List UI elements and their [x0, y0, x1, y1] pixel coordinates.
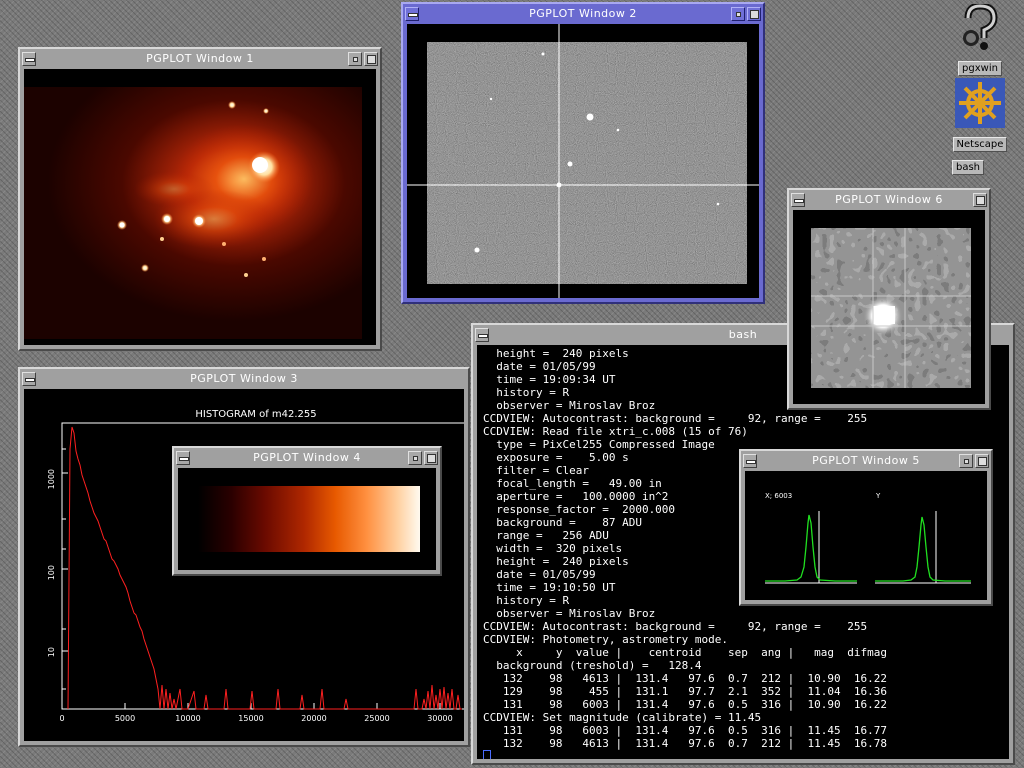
- title-bar[interactable]: PGPLOT Window 1: [22, 51, 378, 67]
- terminal-line: CCDVIEW: Photometry, astrometry mode.: [483, 633, 729, 646]
- maximize-button[interactable]: [747, 7, 761, 21]
- y-tick-label: 100: [47, 565, 56, 580]
- minimize-button[interactable]: [731, 7, 745, 21]
- pgxwin-desktop-icon[interactable]: pgxwin: [950, 2, 1010, 76]
- netscape-wheel-icon: [955, 78, 1005, 128]
- terminal-line: CCDVIEW: Autocontrast: background = 92, …: [483, 620, 868, 633]
- terminal-line: response_factor = 2000.000: [483, 503, 676, 516]
- terminal-line: 132 98 4613 | 131.4 97.6 0.7 212 | 10.90…: [483, 672, 887, 685]
- y-tick-label: 1000: [47, 469, 56, 489]
- pgplot-window-6[interactable]: PGPLOT Window 6: [787, 188, 991, 410]
- plot-area[interactable]: [407, 24, 759, 298]
- terminal-cursor: [483, 750, 491, 759]
- terminal-line: 131 98 6003 | 131.4 97.6 0.5 316 | 10.90…: [483, 698, 887, 711]
- terminal-line: observer = Miroslav Broz: [483, 607, 656, 620]
- maximize-button[interactable]: [424, 451, 438, 465]
- maximize-button[interactable]: [975, 454, 989, 468]
- title-bar[interactable]: PGPLOT Window 5: [743, 453, 989, 469]
- histogram-title: HISTOGRAM of m42.255: [195, 409, 316, 420]
- plot-area[interactable]: [793, 210, 985, 404]
- terminal-line: width = 320 pixels: [483, 542, 623, 555]
- x-tick-label: 10000: [175, 714, 200, 723]
- zoomed-star-image: [793, 210, 985, 404]
- y-tick-label: 10: [47, 647, 56, 657]
- minimize-button[interactable]: [408, 451, 422, 465]
- x-tick-label: 15000: [238, 714, 263, 723]
- desktop-icon-label: pgxwin: [958, 61, 1002, 76]
- window-title: PGPLOT Window 4: [253, 451, 361, 464]
- star-profile-plots: X; 6003 Y: [745, 471, 987, 600]
- terminal-line: 132 98 4613 | 131.4 97.6 0.7 212 | 11.45…: [483, 737, 887, 750]
- terminal-line: date = 01/05/99: [483, 568, 596, 581]
- terminal-line: history = R: [483, 594, 570, 607]
- window-title: PGPLOT Window 5: [812, 454, 920, 467]
- terminal-line: range = 256 ADU: [483, 529, 609, 542]
- terminal-line: height = 240 pixels: [483, 555, 629, 568]
- plot-area[interactable]: [24, 69, 376, 345]
- terminal-line: 131 98 6003 | 131.4 97.6 0.5 316 | 11.45…: [483, 724, 887, 737]
- minimize-button[interactable]: [348, 52, 362, 66]
- terminal-line: time = 19:09:34 UT: [483, 373, 616, 386]
- terminal-line: filter = Clear: [483, 464, 589, 477]
- bash-desktop-icon[interactable]: bash: [952, 155, 985, 175]
- starfield-image: [407, 24, 759, 298]
- terminal-line: observer = Miroslav Broz: [483, 399, 656, 412]
- title-bar[interactable]: PGPLOT Window 3: [22, 371, 466, 387]
- desktop-icon-label: bash: [952, 160, 985, 175]
- x-tick-label: 25000: [364, 714, 389, 723]
- x-tick-label: 20000: [301, 714, 326, 723]
- pgplot-window-2[interactable]: PGPLOT Window 2: [401, 2, 765, 304]
- plot-area[interactable]: [178, 468, 436, 570]
- window-menu-button[interactable]: [22, 52, 36, 66]
- color-scale-bar: [198, 486, 420, 552]
- desktop-icon-label: Netscape: [952, 137, 1008, 152]
- window-title: bash: [728, 328, 758, 341]
- x-profile-label: X; 6003: [765, 492, 792, 500]
- title-bar[interactable]: PGPLOT Window 6: [791, 192, 987, 208]
- terminal-line: focal_length = 49.00 in: [483, 477, 662, 490]
- window-menu-button[interactable]: [176, 451, 190, 465]
- window-title: PGPLOT Window 6: [835, 193, 943, 206]
- terminal-line: CCDVIEW: Set magnitude (calibrate) = 11.…: [483, 711, 762, 724]
- maximize-button[interactable]: [364, 52, 378, 66]
- terminal-line: CCDVIEW: Autocontrast: background = 92, …: [483, 412, 868, 425]
- window-title: PGPLOT Window 1: [146, 52, 254, 65]
- pgplot-window-4[interactable]: PGPLOT Window 4: [172, 446, 442, 576]
- window-title: PGPLOT Window 3: [190, 372, 298, 385]
- window-menu-button[interactable]: [791, 193, 805, 207]
- terminal-line: time = 19:10:50 UT: [483, 581, 616, 594]
- x-tick-label: 5000: [115, 714, 135, 723]
- window-menu-button[interactable]: [475, 328, 489, 342]
- plot-area[interactable]: X; 6003 Y: [745, 471, 987, 600]
- window-menu-button[interactable]: [405, 7, 419, 21]
- terminal-line: history = R: [483, 386, 570, 399]
- x-tick-label: 0: [59, 714, 64, 723]
- terminal-line: aperture = 100.0000 in^2: [483, 490, 669, 503]
- title-bar[interactable]: PGPLOT Window 2: [405, 6, 761, 22]
- x-tick-label: 30000: [427, 714, 452, 723]
- pgplot-window-1[interactable]: PGPLOT Window 1: [18, 47, 382, 351]
- pgplot-window-5[interactable]: PGPLOT Window 5 X; 6003 Y: [739, 449, 993, 606]
- terminal-line: x y value | centroid sep ang | mag difma…: [483, 646, 887, 659]
- netscape-desktop-icon[interactable]: Netscape: [952, 78, 1008, 152]
- nebula-image: [24, 69, 376, 345]
- title-bar[interactable]: PGPLOT Window 4: [176, 450, 438, 466]
- terminal-line: background (treshold) = 128.4: [483, 659, 702, 672]
- terminal-line: exposure = 5.00 s: [483, 451, 629, 464]
- window-menu-button[interactable]: [743, 454, 757, 468]
- terminal-line: height = 240 pixels: [483, 347, 629, 360]
- terminal-line: date = 01/05/99: [483, 360, 596, 373]
- y-profile-label: Y: [875, 492, 881, 500]
- minimize-button[interactable]: [959, 454, 973, 468]
- terminal-line: 129 98 455 | 131.1 97.7 2.1 352 | 11.04 …: [483, 685, 887, 698]
- maximize-button[interactable]: [973, 193, 987, 207]
- terminal-line: background = 87 ADU: [483, 516, 642, 529]
- window-title: PGPLOT Window 2: [529, 7, 637, 20]
- help-question-icon: [963, 2, 998, 50]
- terminal-line: type = PixCel255 Compressed Image: [483, 438, 715, 451]
- window-menu-button[interactable]: [22, 372, 36, 386]
- terminal-line: CCDVIEW: Read file xtri_c.008 (15 of 76): [483, 425, 748, 438]
